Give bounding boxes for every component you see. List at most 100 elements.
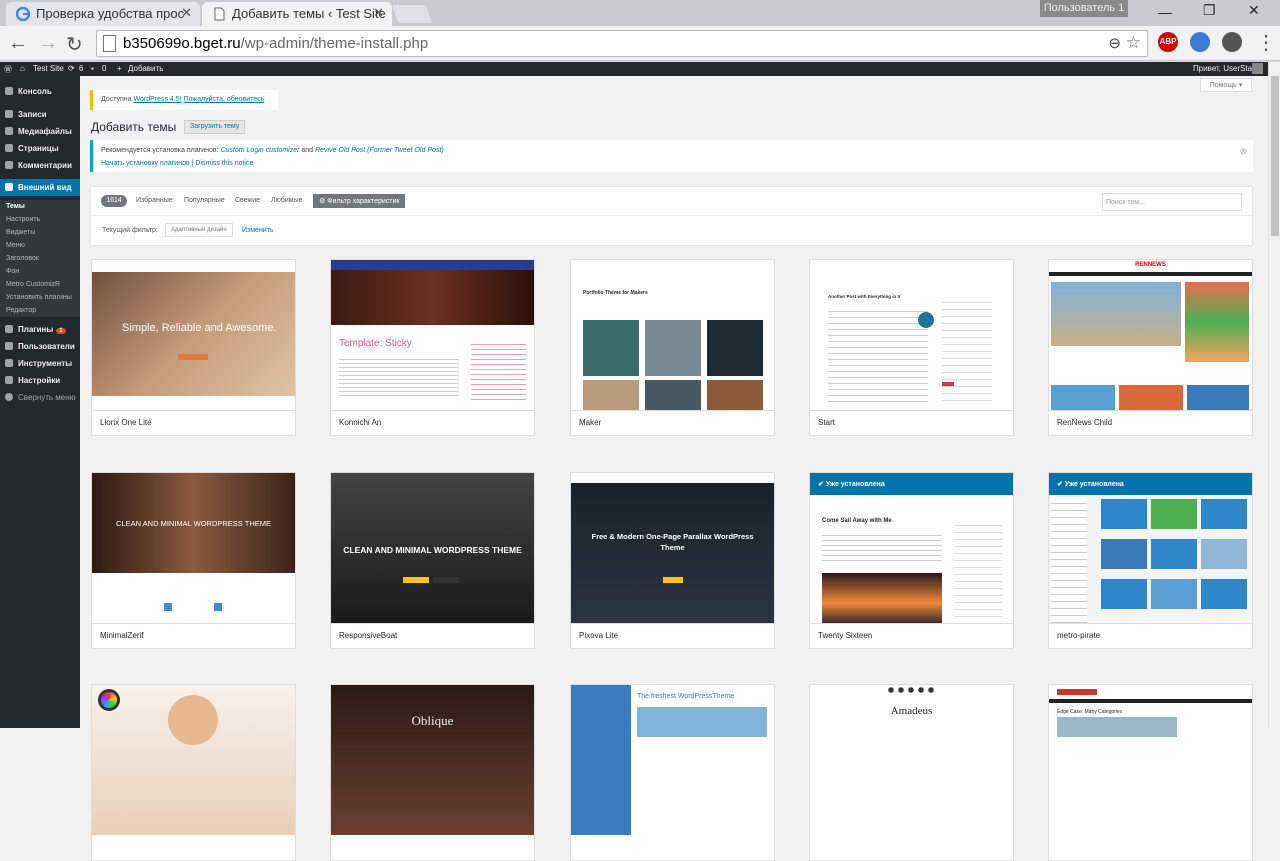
screenshot-headline: Come Sail Away with Me [822, 518, 892, 524]
bookmark-star-icon[interactable]: ☆ [1126, 33, 1141, 53]
feature-filter-button[interactable]: ⚙ Фильтр характеристик [313, 194, 406, 208]
submenu-menus[interactable]: Меню [0, 239, 80, 252]
browser-tab-active[interactable]: Добавить темы ‹ Test Site ✕ [202, 2, 392, 26]
screenshot-tile [1101, 579, 1147, 609]
sidebar-item-comments[interactable]: Комментарии [0, 157, 80, 174]
collapse-menu[interactable]: Свернуть меню [0, 389, 80, 406]
home-icon[interactable]: ⌂ [20, 64, 25, 73]
sidebar-item-pages[interactable]: Страницы [0, 140, 80, 157]
url-bar[interactable]: b350699o.bget.ru/wp-admin/theme-install.… [96, 30, 1148, 57]
submenu-editor[interactable]: Редактор [0, 304, 80, 317]
wp-update-link[interactable]: WordPress 4.5! [134, 96, 182, 103]
sidebar-item-media[interactable]: Медиафайлы [0, 123, 80, 140]
close-window-icon[interactable]: ✕ [1248, 2, 1260, 19]
wordpress-logo-icon[interactable]: Ⓦ [4, 64, 12, 75]
theme-card[interactable]: CLEAN AND MINIMAL WORDPRESS THEME Minima… [91, 472, 296, 649]
close-tab-icon[interactable]: ✕ [373, 5, 384, 21]
screenshot-header [331, 260, 534, 270]
theme-card[interactable]: ✔ Уже установлена metro-pirate [1048, 472, 1253, 649]
theme-card[interactable]: ✔ Уже установлена Come Sail Away with Me… [809, 472, 1014, 649]
updates-icon[interactable]: ⟳ [68, 64, 75, 73]
screenshot-headline: Amadeus [890, 705, 933, 717]
theme-card[interactable]: Simple, Reliable and Awesome. Llorix One… [91, 259, 296, 436]
collapse-icon [5, 393, 13, 401]
sidebar-item-settings[interactable]: Настройки [0, 372, 80, 389]
theme-search-input[interactable]: Поиск тем... [1102, 193, 1242, 211]
screenshot-text [339, 356, 459, 396]
filter-link-latest[interactable]: Свежие [235, 197, 260, 204]
plugin-icon [5, 325, 13, 333]
sidebar-item-tools[interactable]: Инструменты [0, 355, 80, 372]
adblock-extension-icon[interactable]: ABP [1158, 32, 1178, 52]
sidebar-item-appearance[interactable]: Внешний вид [0, 179, 80, 196]
account-greeting[interactable]: Привет, UserStar [1193, 64, 1255, 73]
submenu-background[interactable]: Фон [0, 265, 80, 278]
page-scrollbar[interactable] [1268, 62, 1280, 728]
submenu-customize[interactable]: Настроить [0, 213, 80, 226]
new-tab-button[interactable] [391, 5, 433, 23]
theme-screenshot: CLEAN AND MINIMAL WORDPRESS THEME [92, 473, 295, 623]
theme-card[interactable]: Another Post with Everything in It Start [809, 259, 1014, 436]
help-tab[interactable]: Помощь ▾ [1200, 78, 1252, 92]
restore-icon[interactable]: ❐ [1203, 2, 1216, 19]
change-filter-link[interactable]: Изменить [242, 227, 274, 234]
upload-theme-button[interactable]: Загрузить тему [184, 120, 246, 134]
add-new-link[interactable]: Добавить [128, 64, 163, 73]
profile-badge[interactable]: Пользователь 1 [1040, 0, 1128, 17]
plugin-link[interactable]: Custom Login customizer [220, 147, 299, 154]
theme-screenshot: Free & Modern One-Page Parallax WordPres… [571, 473, 774, 623]
comments-icon[interactable]: ▪ [91, 64, 94, 73]
filter-link-featured[interactable]: Избранные [136, 197, 173, 204]
divider [571, 623, 774, 624]
submenu-themes[interactable]: Темы [0, 200, 80, 213]
theme-card[interactable] [91, 684, 296, 861]
submenu-metro-customizr[interactable]: Metro CustomizR [0, 278, 80, 291]
back-icon[interactable]: ← [8, 32, 28, 55]
screenshot-tile [1151, 579, 1197, 609]
sidebar-item-plugins[interactable]: Плагины 1 [0, 321, 80, 338]
filter-link-favorites[interactable]: Любимые [271, 197, 303, 204]
avatar[interactable] [1252, 63, 1263, 74]
theme-card[interactable]: Template: Sticky Konnichi An [330, 259, 535, 436]
add-new-icon[interactable]: + [117, 64, 122, 73]
sidebar-item-posts[interactable]: Записи [0, 106, 80, 123]
updates-count[interactable]: 6 [79, 64, 83, 73]
screenshot-nav [1049, 699, 1252, 703]
url-path: /wp-admin/theme-install.php [240, 35, 429, 52]
scrollbar-thumb[interactable] [1271, 76, 1279, 236]
reload-icon[interactable]: ↻ [66, 32, 83, 57]
begin-install-link[interactable]: Начать установку плагинов [101, 160, 190, 167]
theme-card[interactable]: Oblique [330, 684, 535, 861]
forward-icon[interactable]: → [38, 32, 58, 55]
sync-extension-icon[interactable] [1190, 32, 1210, 52]
browser-tab-inactive[interactable]: Проверка удобства прос ✕ [6, 2, 200, 26]
theme-card[interactable]: The freshest WordPressTheme [570, 684, 775, 861]
theme-card[interactable]: Portfolio Theme for Makers Maker [570, 259, 775, 436]
theme-card[interactable]: CLEAN AND MINIMAL WORDPRESS THEME Respon… [330, 472, 535, 649]
submenu-install-plugins[interactable]: Установить плагины [0, 291, 80, 304]
theme-card[interactable]: RENNEWS RenNews Child [1048, 259, 1253, 436]
theme-name: RenNews Child [1057, 418, 1113, 427]
close-tab-icon[interactable]: ✕ [181, 5, 192, 21]
menu-icon[interactable]: ⋮ [1256, 30, 1276, 55]
dismiss-link[interactable]: Dismiss this notice [195, 160, 253, 167]
sidebar-item-dashboard[interactable]: Консоль [0, 83, 80, 100]
minimize-icon[interactable]: — [1158, 4, 1172, 20]
page-info-icon[interactable] [103, 35, 116, 52]
update-now-link[interactable]: Пожалуйста, обновитесь [184, 96, 265, 103]
submenu-header[interactable]: Заголовок [0, 252, 80, 265]
zoom-icon[interactable]: ⊖ [1108, 34, 1121, 52]
sidebar-item-users[interactable]: Пользователи [0, 338, 80, 355]
screenshot-tile [645, 320, 701, 376]
dismiss-icon[interactable]: ⊗ [1239, 146, 1247, 157]
theme-card[interactable]: Free & Modern One-Page Parallax WordPres… [570, 472, 775, 649]
plugin-link[interactable]: Revive Old Post (Former Tweet Old Post) [315, 147, 444, 154]
compass-extension-icon[interactable] [1222, 32, 1242, 52]
site-name[interactable]: Test Site [33, 64, 64, 73]
theme-card[interactable]: Edge Case: Many Categories [1048, 684, 1253, 861]
theme-card[interactable]: Amadeus [809, 684, 1014, 861]
submenu-widgets[interactable]: Виджеты [0, 226, 80, 239]
theme-screenshot [1049, 473, 1252, 623]
filter-link-popular[interactable]: Популярные [184, 197, 225, 204]
comments-count[interactable]: 0 [102, 64, 106, 73]
